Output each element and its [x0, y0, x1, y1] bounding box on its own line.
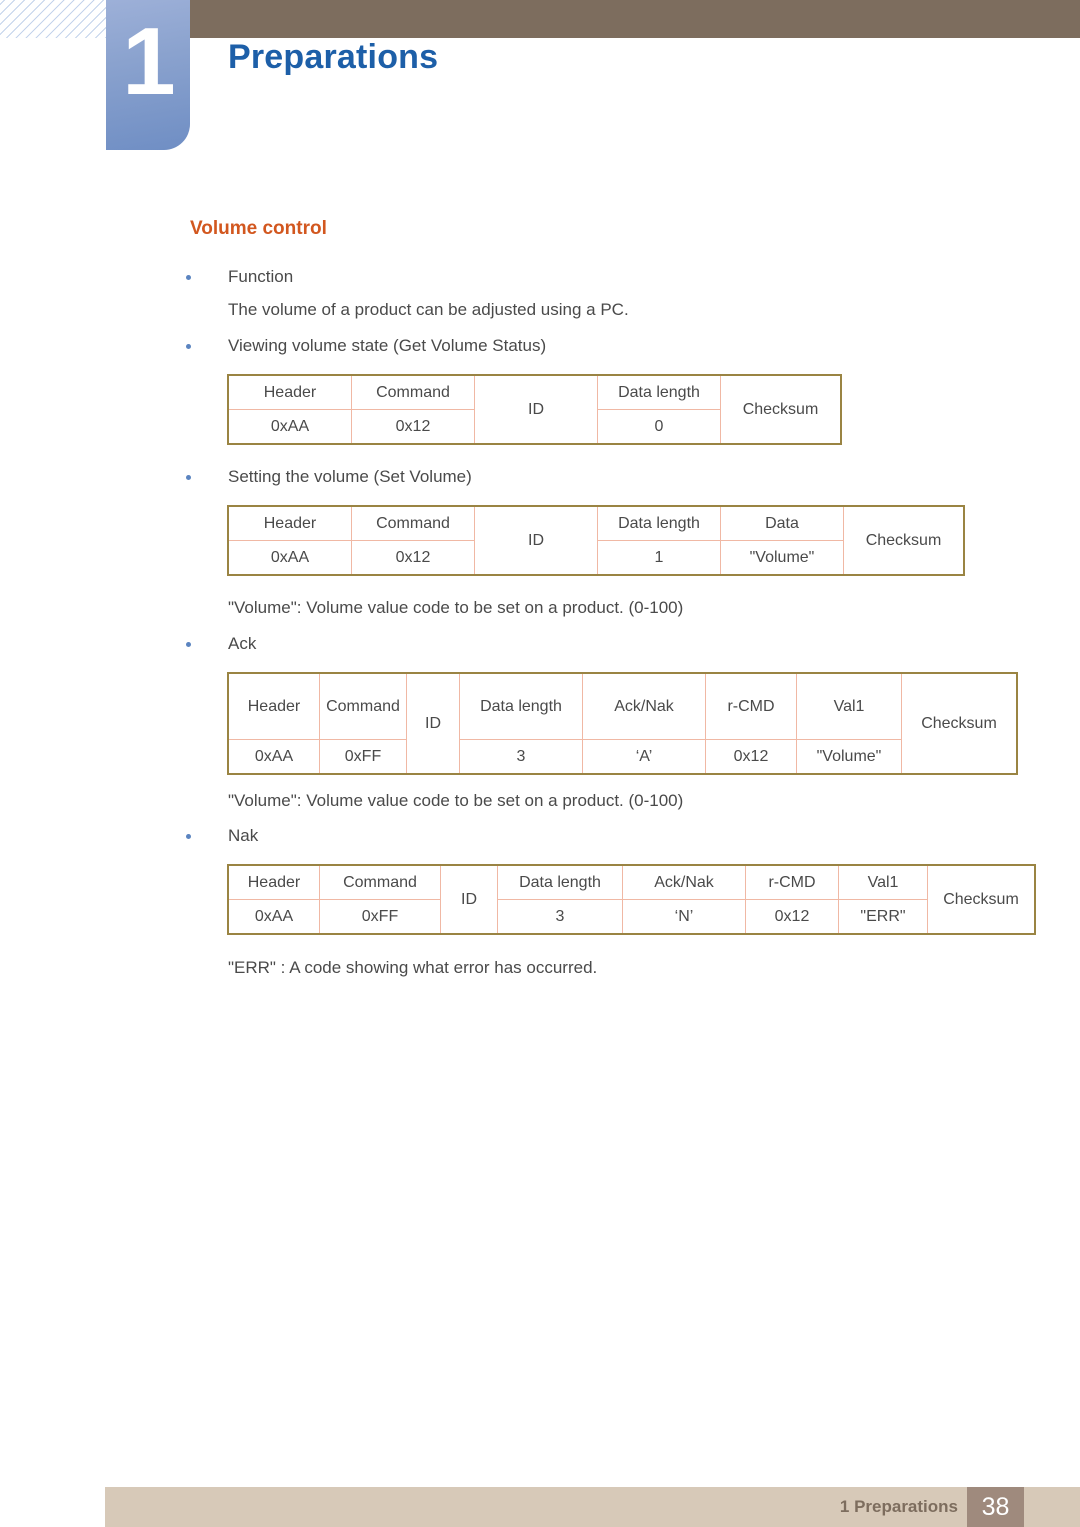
cell-value-command: 0x12 — [351, 540, 475, 576]
page-footer: 1 Preparations 38 — [105, 1487, 1080, 1527]
bullet-dot-icon — [186, 275, 191, 280]
table-row: 0xAA 0xFF 3 ‘N’ 0x12 "ERR" — [227, 899, 1035, 935]
cell-value-r-cmd: 0x12 — [705, 739, 797, 775]
cell-header-id: ID — [406, 672, 460, 775]
cell-header-command: Command — [319, 864, 441, 900]
cell-header-data-length: Data length — [597, 374, 721, 410]
cell-value-command: 0xFF — [319, 899, 441, 935]
bullet-label-nak: Nak — [228, 826, 259, 845]
function-description: The volume of a product can be adjusted … — [228, 300, 629, 319]
cell-header-checksum: Checksum — [927, 864, 1036, 935]
cell-value-header: 0xAA — [227, 409, 352, 445]
cell-header-header: Header — [227, 505, 352, 541]
cell-header-r-cmd: r-CMD — [745, 864, 839, 900]
cell-value-data-length: 1 — [597, 540, 721, 576]
cell-header-command: Command — [351, 374, 475, 410]
cell-header-val1: Val1 — [796, 672, 902, 740]
cell-header-data-length: Data length — [459, 672, 583, 740]
table-row: Header Command ID Data length Data Check… — [227, 505, 965, 576]
footer-page-number: 38 — [967, 1487, 1024, 1527]
cell-header-data: Data — [720, 505, 844, 541]
cell-header-data-length: Data length — [597, 505, 721, 541]
chapter-badge: 1 — [106, 0, 190, 150]
cell-header-header: Header — [227, 864, 320, 900]
cell-value-val1: "Volume" — [796, 739, 902, 775]
cell-header-checksum: Checksum — [843, 505, 965, 576]
cell-value-data-length: 0 — [597, 409, 721, 445]
cell-header-header: Header — [227, 374, 352, 410]
cell-value-ack-nak: ‘N’ — [622, 899, 746, 935]
bullet-item-nak: Nak — [186, 825, 258, 847]
cell-header-r-cmd: r-CMD — [705, 672, 797, 740]
bullet-item-set-volume: Setting the volume (Set Volume) — [186, 466, 472, 488]
cell-value-data-length: 3 — [497, 899, 623, 935]
table-get-volume-status: Header Command ID Data length Checksum 0… — [227, 374, 842, 445]
cell-value-ack-nak: ‘A’ — [582, 739, 706, 775]
cell-header-val1: Val1 — [838, 864, 928, 900]
section-title: Volume control — [190, 218, 327, 239]
table-row: Header Command ID Data length Checksum — [227, 374, 842, 445]
footer-chapter-label: 1 Preparations — [839, 1497, 958, 1516]
chapter-number: 1 — [122, 8, 175, 115]
cell-header-id: ID — [474, 505, 598, 576]
cell-header-ack-nak: Ack/Nak — [622, 864, 746, 900]
bullet-dot-icon — [186, 475, 191, 480]
cell-value-r-cmd: 0x12 — [745, 899, 839, 935]
bullet-item-get-volume-status: Viewing volume state (Get Volume Status) — [186, 335, 546, 357]
cell-value-header: 0xAA — [227, 540, 352, 576]
cell-value-command: 0x12 — [351, 409, 475, 445]
page-title: Preparations — [228, 38, 439, 76]
bullet-label-function: Function — [228, 267, 294, 286]
bullet-label-set-volume: Setting the volume (Set Volume) — [228, 467, 472, 486]
bullet-item-ack: Ack — [186, 633, 256, 655]
table-row: Header Command ID Data length Ack/Nak r-… — [227, 672, 1018, 775]
cell-value-val1: "ERR" — [838, 899, 928, 935]
cell-header-checksum: Checksum — [720, 374, 842, 445]
hatch-decoration-icon — [0, 0, 106, 38]
bullet-dot-icon — [186, 642, 191, 647]
bullet-label-ack: Ack — [228, 634, 257, 653]
cell-value-data: "Volume" — [720, 540, 844, 576]
table-nak: Header Command ID Data length Ack/Nak r-… — [227, 864, 1036, 935]
bullet-item-function: Function — [186, 266, 293, 288]
cell-header-id: ID — [474, 374, 598, 445]
cell-header-command: Command — [351, 505, 475, 541]
bullet-dot-icon — [186, 344, 191, 349]
cell-header-data-length: Data length — [497, 864, 623, 900]
cell-header-command: Command — [319, 672, 407, 740]
note-err: "ERR" : A code showing what error has oc… — [228, 958, 598, 977]
cell-header-header: Header — [227, 672, 320, 740]
table-ack: Header Command ID Data length Ack/Nak r-… — [227, 672, 1018, 775]
table-row: Header Command ID Data length Ack/Nak r-… — [227, 864, 1036, 935]
cell-value-command: 0xFF — [319, 739, 407, 775]
cell-header-id: ID — [440, 864, 498, 935]
cell-header-ack-nak: Ack/Nak — [582, 672, 706, 740]
bullet-label-get-volume-status: Viewing volume state (Get Volume Status) — [228, 336, 547, 355]
cell-value-data-length: 3 — [459, 739, 583, 775]
header-brown-band — [190, 0, 1080, 38]
bullet-dot-icon — [186, 834, 191, 839]
cell-header-checksum: Checksum — [901, 672, 1018, 775]
table-row: 0xAA 0xFF 3 ‘A’ 0x12 "Volume" — [227, 739, 1017, 775]
note-volume-2: "Volume": Volume value code to be set on… — [228, 791, 684, 810]
table-set-volume: Header Command ID Data length Data Check… — [227, 505, 965, 576]
note-volume-1: "Volume": Volume value code to be set on… — [228, 598, 684, 617]
page-header: 1 Preparations — [0, 0, 1080, 160]
cell-value-header: 0xAA — [227, 899, 320, 935]
cell-value-header: 0xAA — [227, 739, 320, 775]
